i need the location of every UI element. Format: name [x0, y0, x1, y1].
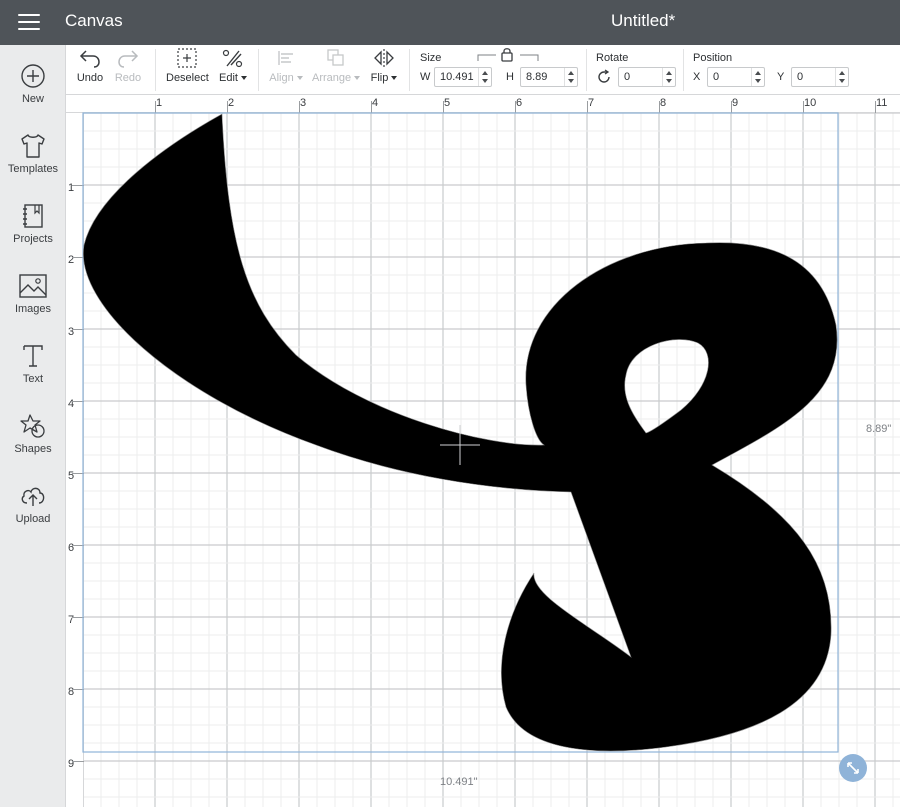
- rotate-title: Rotate: [596, 52, 629, 64]
- y-label: Y: [777, 71, 785, 83]
- width-stepper[interactable]: [478, 68, 491, 86]
- redo-label: Redo: [114, 72, 142, 84]
- height-dimension-label: 8.89": [866, 423, 892, 435]
- sidebar-item-label: Shapes: [14, 443, 52, 455]
- resize-handle[interactable]: [839, 754, 867, 782]
- sidebar-item-projects[interactable]: Projects: [0, 203, 66, 267]
- sidebar-item-label: Templates: [7, 163, 59, 175]
- edit-menu-button[interactable]: Edit: [217, 47, 249, 84]
- size-group: Size W 10.491 H 8.89: [418, 45, 584, 95]
- document-title[interactable]: Untitled*: [611, 11, 675, 31]
- title-bar: Canvas Untitled*: [0, 0, 900, 45]
- height-label: H: [506, 71, 514, 83]
- sidebar-item-label: Text: [22, 373, 44, 385]
- sidebar: New Templates Projects Images Text Shape…: [0, 45, 66, 807]
- shapes-icon: [20, 414, 45, 438]
- x-stepper[interactable]: [751, 68, 764, 86]
- y-value: 0: [797, 71, 804, 83]
- sidebar-item-images[interactable]: Images: [0, 273, 66, 337]
- flip-label: Flip: [370, 72, 389, 84]
- arrange-label: Arrange: [312, 72, 352, 84]
- hamburger-menu-icon[interactable]: [16, 11, 42, 33]
- position-title: Position: [693, 52, 733, 64]
- chevron-down-icon: [240, 76, 247, 80]
- deselect-button[interactable]: Deselect: [166, 47, 209, 84]
- design-canvas[interactable]: 1 2 3 4 5 6 7 8 9 10 11 123456789 10.491" 8.89": [66, 95, 900, 807]
- scissors-pencil-icon: [222, 49, 243, 68]
- edit-label: Edit: [219, 72, 238, 84]
- rotate-stepper[interactable]: [662, 68, 675, 86]
- sidebar-item-label: Upload: [15, 513, 51, 525]
- chevron-down-icon: [391, 76, 398, 80]
- sidebar-item-templates[interactable]: Templates: [0, 133, 66, 197]
- x-position-input[interactable]: 0: [707, 67, 765, 87]
- resize-arrows-icon: [847, 762, 859, 774]
- lock-icon[interactable]: [476, 47, 540, 63]
- sidebar-item-label: New: [21, 93, 44, 105]
- flip-menu-button[interactable]: Flip: [368, 47, 400, 84]
- x-value: 0: [713, 71, 720, 83]
- height-input[interactable]: 8.89: [520, 67, 578, 87]
- redo-icon: [118, 50, 139, 68]
- rotate-group: Rotate 0: [594, 45, 686, 95]
- edit-toolbar: Undo Redo Deselect Edit Align Arrange Fl…: [66, 45, 900, 95]
- height-value: 8.89: [526, 71, 548, 83]
- sidebar-item-text[interactable]: Text: [0, 343, 66, 407]
- chevron-down-icon: [296, 76, 303, 80]
- rotate-input[interactable]: 0: [618, 67, 676, 87]
- width-input[interactable]: 10.491: [434, 67, 492, 87]
- width-label: W: [420, 71, 431, 83]
- arrange-menu-button[interactable]: Arrange: [312, 47, 361, 84]
- position-group: Position X 0 Y 0: [691, 45, 851, 95]
- undo-label: Undo: [76, 72, 104, 84]
- flip-icon: [374, 49, 394, 67]
- text-t-icon: [23, 345, 43, 367]
- height-stepper[interactable]: [564, 68, 577, 86]
- plus-circle-icon: [21, 64, 45, 88]
- notebook-icon: [23, 204, 43, 228]
- align-icon: [278, 51, 293, 65]
- deselect-icon: [177, 48, 197, 68]
- rotate-value: 0: [624, 71, 631, 83]
- align-menu-button[interactable]: Align: [268, 47, 304, 84]
- sidebar-item-upload[interactable]: Upload: [0, 483, 66, 547]
- width-dimension-label: 10.491": [440, 776, 478, 788]
- width-value: 10.491: [440, 71, 474, 83]
- image-icon: [19, 274, 47, 298]
- undo-button[interactable]: Undo: [76, 47, 104, 84]
- tshirt-icon: [21, 134, 45, 158]
- y-position-input[interactable]: 0: [791, 67, 849, 87]
- align-label: Align: [269, 72, 294, 84]
- undo-icon: [79, 50, 100, 68]
- app-title: Canvas: [65, 11, 123, 30]
- y-stepper[interactable]: [835, 68, 848, 86]
- canvas-content[interactable]: [66, 95, 900, 807]
- sidebar-item-label: Projects: [13, 233, 53, 245]
- rotate-icon: [598, 69, 610, 83]
- x-label: X: [693, 71, 701, 83]
- size-title: Size: [420, 52, 442, 64]
- redo-button[interactable]: Redo: [114, 47, 142, 84]
- sidebar-item-label: Images: [14, 303, 52, 315]
- sidebar-item-shapes[interactable]: Shapes: [0, 413, 66, 477]
- cloud-upload-icon: [21, 487, 45, 506]
- arrange-icon: [327, 49, 344, 66]
- chevron-down-icon: [354, 76, 361, 80]
- deselect-label: Deselect: [166, 72, 209, 84]
- sidebar-item-new[interactable]: New: [0, 63, 66, 127]
